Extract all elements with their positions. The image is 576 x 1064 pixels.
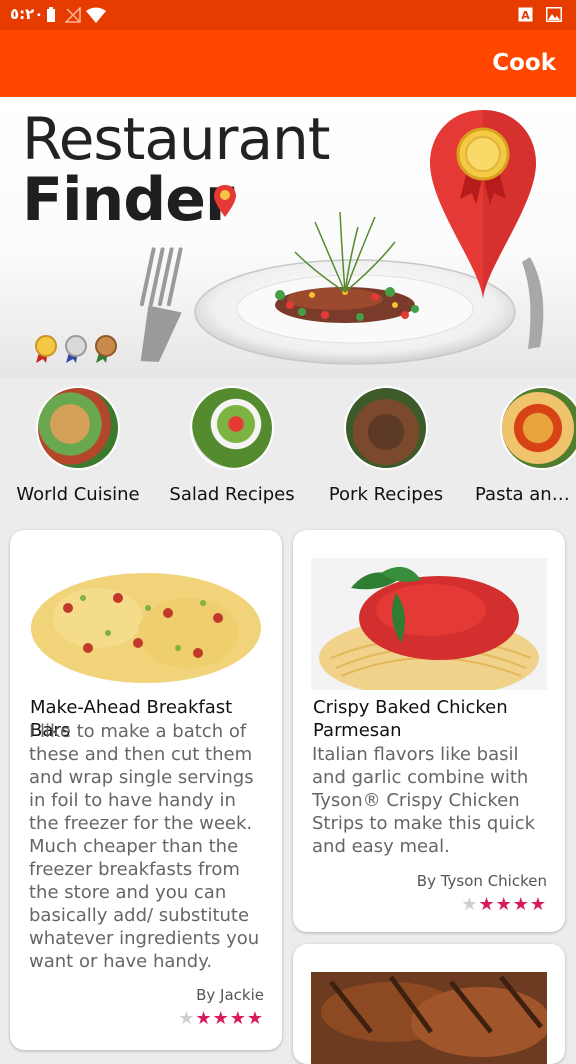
app-bar: Cook — [0, 30, 576, 97]
wifi-icon — [86, 7, 106, 27]
medal-badges-icon — [35, 335, 117, 363]
category-label: Pasta and Noodles — [475, 484, 576, 505]
category-row: World Cuisine Salad Recipes Pork Recipes… — [0, 378, 576, 518]
recipe-description: I like to make a batch of these and then… — [29, 721, 260, 972]
image-icon — [546, 7, 562, 26]
category-pork-recipes[interactable]: Pork Recipes — [311, 386, 461, 505]
recipe-rating: ★★★★★ — [461, 894, 547, 915]
recipe-title: Crispy Baked Chicken Parmesan — [313, 697, 508, 741]
recipe-photo — [28, 558, 264, 690]
pork-thumbnail — [344, 386, 428, 470]
star-empty-icon: ★ — [178, 1008, 196, 1029]
medal-pin-icon — [430, 110, 536, 299]
recipe-rating: ★★★★★ — [178, 1008, 264, 1029]
star-icon: ★★★★ — [195, 1008, 264, 1029]
category-label: Pork Recipes — [328, 484, 444, 505]
recipe-photo — [311, 972, 547, 1064]
star-empty-icon: ★ — [461, 894, 479, 915]
category-label: World Cuisine — [16, 484, 140, 505]
status-bar: ٥:٢٠ A — [0, 0, 576, 30]
battery-icon — [46, 7, 56, 27]
pasta-thumbnail — [500, 386, 576, 470]
recipe-description: Italian flavors like basil and garlic co… — [312, 744, 536, 857]
category-world-cuisine[interactable]: World Cuisine — [3, 386, 153, 505]
recipe-card-next[interactable] — [293, 944, 565, 1064]
world-cuisine-thumbnail — [36, 386, 120, 470]
status-time: ٥:٢٠ — [10, 5, 44, 23]
hero-banner: Restaurant Finder — [0, 97, 576, 378]
recipe-author: By Tyson Chicken — [416, 872, 547, 890]
no-signal-icon — [64, 6, 81, 27]
star-icon: ★★★★ — [478, 894, 547, 915]
banner-title-restaurant: Restaurant — [22, 105, 331, 173]
category-salad-recipes[interactable]: Salad Recipes — [157, 386, 307, 505]
salad-thumbnail — [190, 386, 274, 470]
recipe-author: By Jackie — [196, 986, 264, 1004]
category-label: Salad Recipes — [169, 484, 295, 505]
cook-button[interactable]: Cook — [492, 50, 556, 76]
recipe-card-chicken-parmesan[interactable]: Crispy Baked Chicken Parmesan Italian fl… — [293, 530, 565, 932]
font-icon: A — [518, 7, 533, 26]
svg-text:A: A — [521, 9, 530, 22]
recipe-card-breakfast-bars[interactable]: Make-Ahead Breakfast Bars I like to make… — [10, 530, 282, 1050]
category-pasta-and-noodles[interactable]: Pasta and Noodles — [465, 386, 576, 505]
recipe-photo — [311, 558, 547, 690]
